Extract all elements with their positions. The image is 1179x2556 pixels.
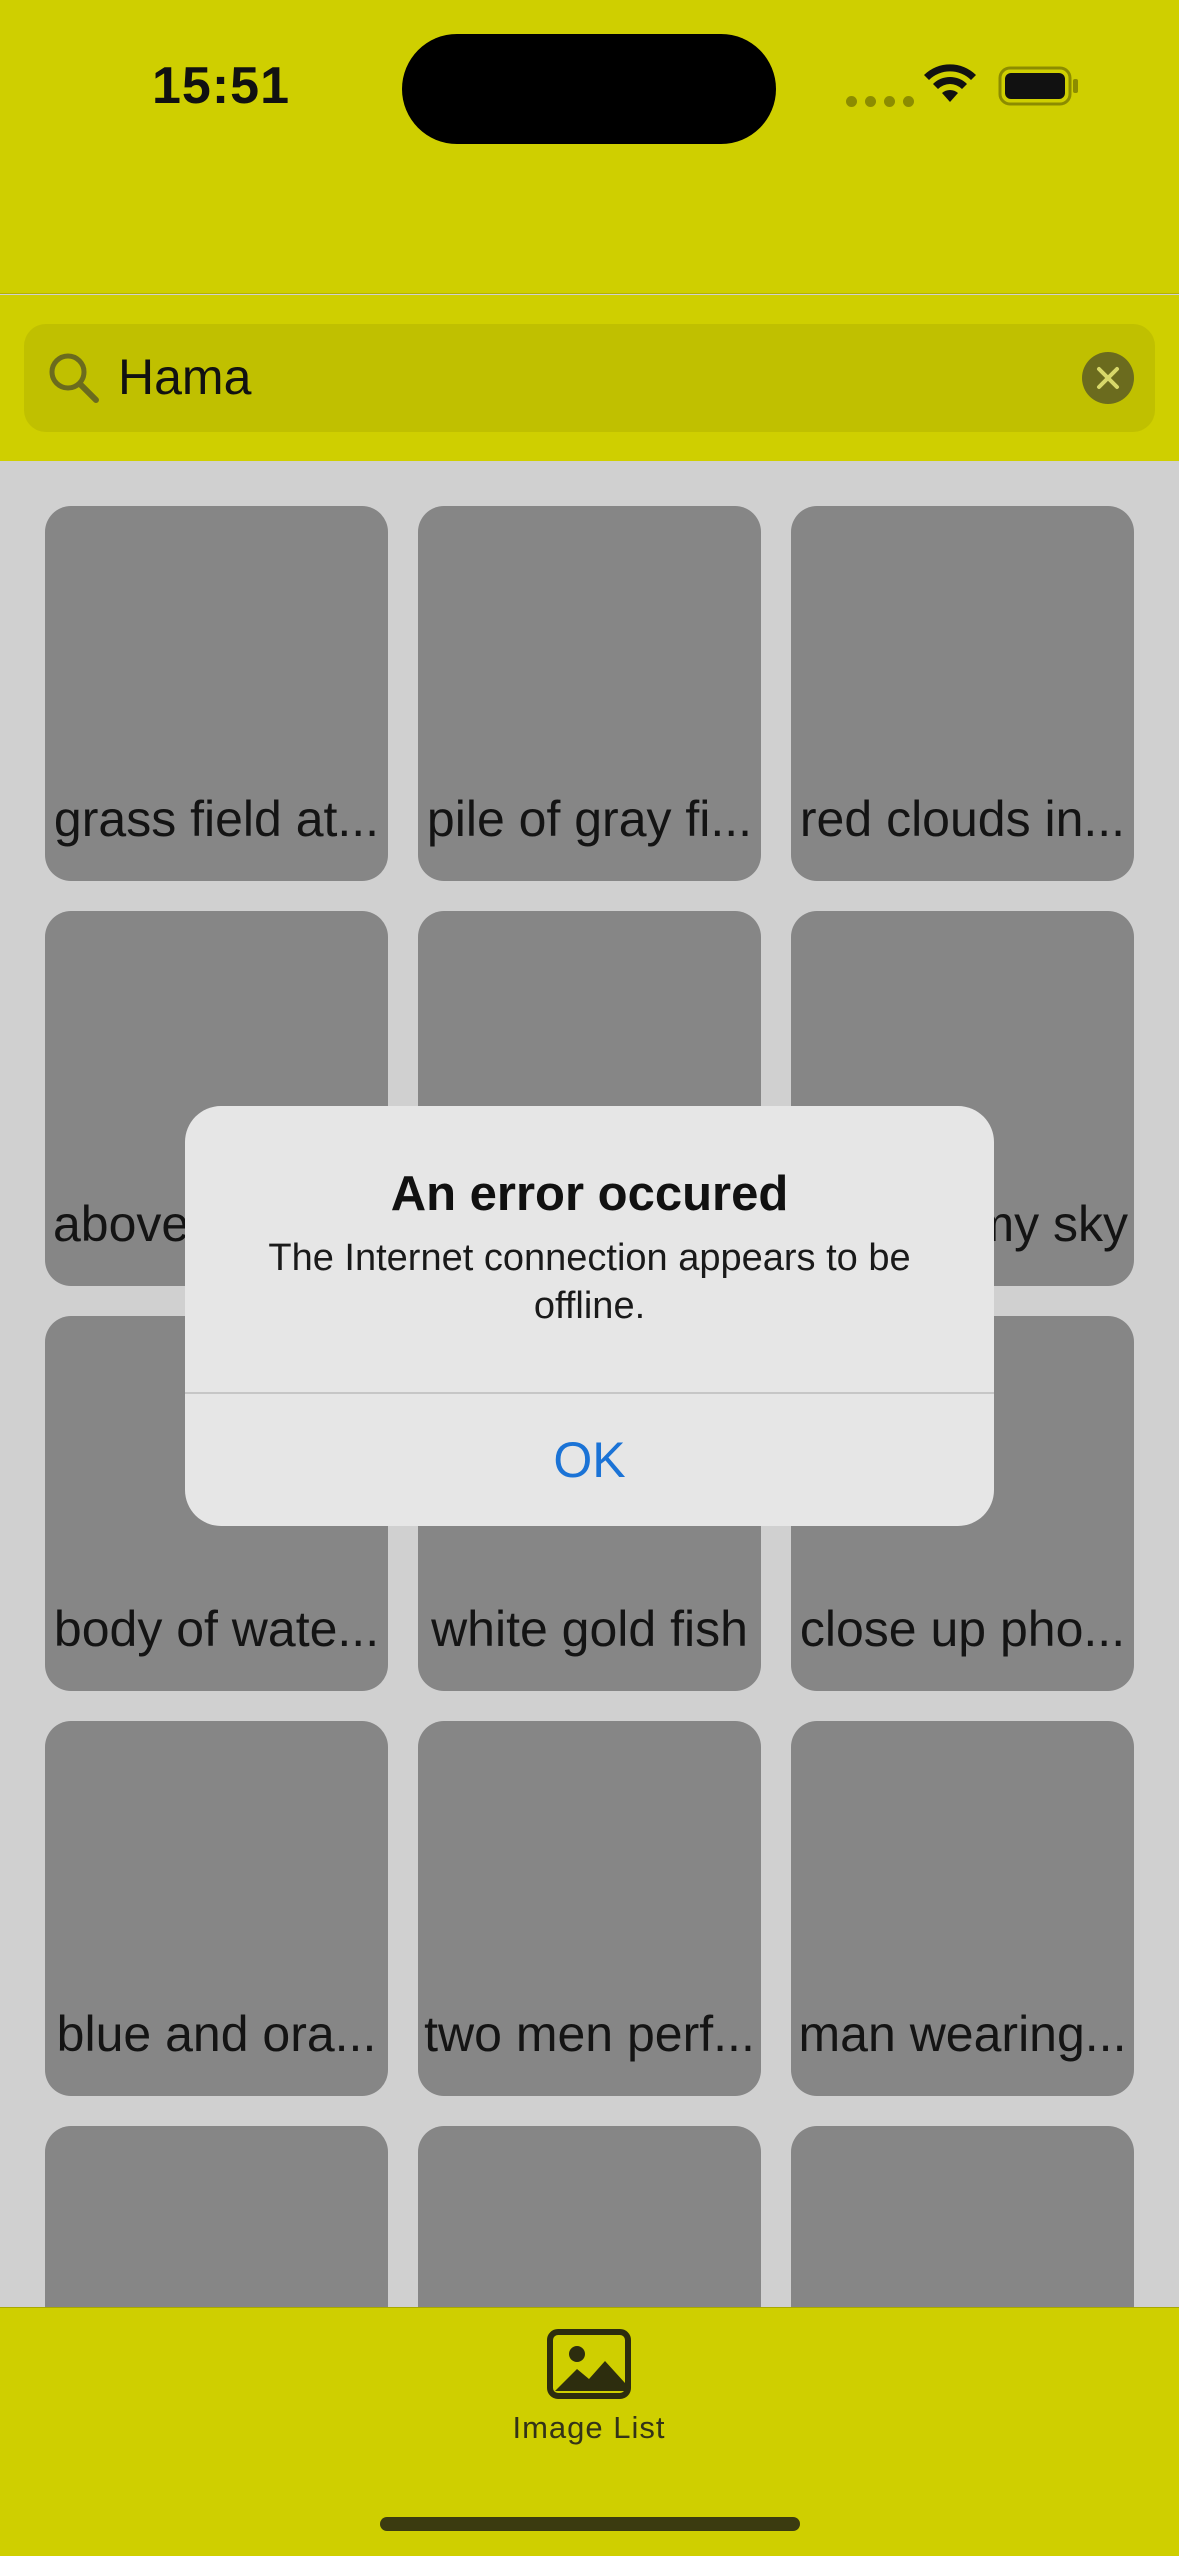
image-caption: two men perf...: [424, 2006, 755, 2062]
image-caption: pile of gray fi...: [426, 791, 753, 847]
dynamic-island: [402, 34, 776, 144]
image-cell[interactable]: grass field at...: [45, 506, 388, 881]
image-caption: white gold fish: [431, 1601, 748, 1657]
image-caption: body of wate...: [53, 1601, 380, 1657]
home-indicator: [380, 2517, 800, 2531]
image-cell[interactable]: [418, 2126, 761, 2307]
alert-message: The Internet connection appears to be of…: [268, 1237, 911, 1327]
image-cell[interactable]: blue and ora...: [45, 1721, 388, 2096]
image-cell[interactable]: red clouds in...: [791, 506, 1134, 881]
image-caption: close up pho...: [799, 1601, 1126, 1657]
image-caption: blue and ora...: [56, 2006, 377, 2062]
error-alert: An error occured The Internet connection…: [185, 1106, 994, 1526]
ok-button[interactable]: OK: [185, 1394, 994, 1526]
image-cell[interactable]: [791, 2126, 1134, 2307]
image-caption: red clouds in...: [799, 791, 1126, 847]
clear-search-button[interactable]: [1082, 352, 1134, 404]
status-time: 15:51: [152, 57, 290, 115]
navigation-header: 15:51: [0, 0, 1179, 294]
search-input[interactable]: [118, 346, 1018, 408]
image-caption: man wearing...: [798, 2006, 1127, 2062]
image-cell[interactable]: [45, 2126, 388, 2307]
close-icon: [1097, 367, 1119, 389]
photo-icon[interactable]: [547, 2329, 631, 2399]
cellular-signal-icon: [846, 96, 914, 107]
image-cell[interactable]: man wearing...: [791, 1721, 1134, 2096]
tab-image-list[interactable]: Image List: [489, 2410, 689, 2446]
image-cell[interactable]: two men perf...: [418, 1721, 761, 2096]
search-icon: [49, 353, 99, 403]
image-caption: grass field at...: [53, 791, 380, 847]
alert-title: An error occured: [390, 1167, 789, 1221]
image-cell[interactable]: pile of gray fi...: [418, 506, 761, 881]
wifi-icon: [924, 64, 976, 102]
battery-icon: [998, 66, 1078, 106]
